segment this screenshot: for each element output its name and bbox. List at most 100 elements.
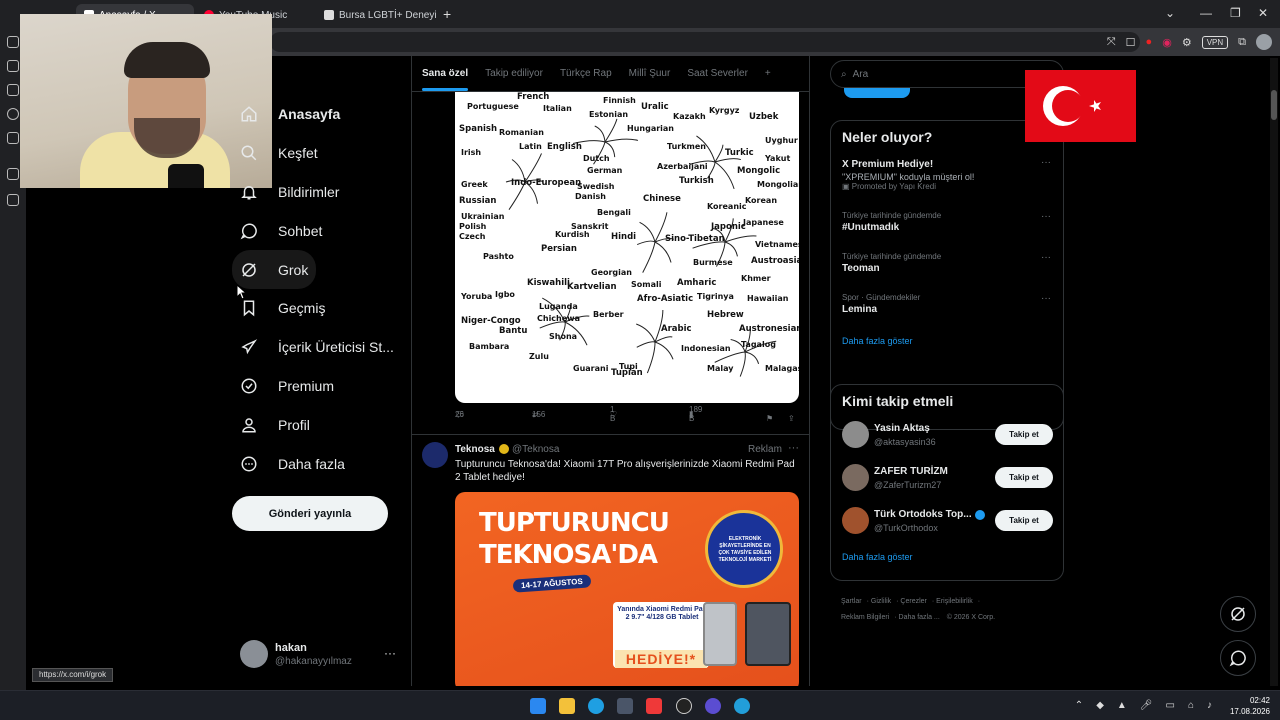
extension-red-icon[interactable]: ●	[1146, 36, 1153, 48]
more-icon[interactable]: ···	[1041, 211, 1051, 222]
translate-icon[interactable]: ⤧	[1107, 36, 1116, 49]
follow-button[interactable]: Takip et	[995, 424, 1053, 445]
new-tab-button[interactable]: +	[443, 6, 451, 22]
browser-tab-bursa[interactable]: Bursa LGBTİ+ Deneyimi Öz	[316, 4, 436, 26]
promo-image[interactable]: TUPTURUNCU TEKNOSA'DA 14-17 AĞUSTOS ELEK…	[455, 492, 799, 686]
more-icon[interactable]: ···	[788, 442, 799, 454]
tab-following[interactable]: Takip ediliyor	[485, 68, 543, 79]
language-label: Kiswahili	[527, 278, 570, 288]
nav-bookmarks[interactable]: Geçmiş	[232, 289, 402, 328]
language-tree-image[interactable]: French Portuguese Italian Spanish Romanian La…	[455, 92, 799, 403]
ublock-icon[interactable]: ◉	[1162, 36, 1172, 49]
account-switcher[interactable]: hakan @hakanayyılmaz ···	[240, 640, 400, 670]
add-panel-icon[interactable]	[7, 194, 19, 206]
nav-profile[interactable]: Profil	[232, 405, 402, 444]
share-icon[interactable]: ⇪	[788, 414, 795, 423]
messages-fab-button[interactable]	[1220, 640, 1256, 676]
page-scrollbar[interactable]	[1270, 58, 1278, 686]
browser-avatar[interactable]	[1256, 34, 1272, 50]
language-label: Indonesian	[681, 344, 731, 353]
panel-icon[interactable]	[7, 132, 19, 144]
nav-chat[interactable]: Sohbet	[232, 211, 402, 250]
extension-icon[interactable]: ⚙	[1182, 36, 1192, 49]
start-icon[interactable]	[530, 698, 546, 714]
url-field[interactable]	[270, 32, 1140, 52]
vivaldi-icon[interactable]	[646, 698, 662, 714]
footer-link[interactable]: Çerezler	[900, 598, 926, 605]
footer-link[interactable]: Erişilebilirlik	[936, 598, 973, 605]
notes-icon[interactable]	[7, 60, 19, 72]
trend-item[interactable]: X Premium Hediye! "XPREMIUM" koduyla müş…	[831, 153, 1063, 207]
follow-button[interactable]: Takip et	[995, 510, 1053, 531]
language-label: Finnish	[603, 96, 636, 105]
nav-more[interactable]: Daha fazla	[232, 444, 402, 483]
more-icon[interactable]: ···	[1041, 157, 1051, 168]
footer-link[interactable]: Şartlar	[841, 598, 862, 605]
nav-home[interactable]: Anasayfa	[232, 95, 402, 134]
close-window-icon[interactable]: ✕	[1258, 6, 1268, 20]
footer-link[interactable]: Daha fazla ...	[899, 614, 940, 621]
download-icon[interactable]	[7, 84, 19, 96]
tab-for-you[interactable]: Sana özel	[422, 68, 469, 91]
nav-premium[interactable]: Premium	[232, 367, 402, 406]
tab-turkce-rap[interactable]: Türkçe Rap	[560, 68, 612, 79]
maximize-icon[interactable]: ❐	[1230, 6, 1241, 20]
network-icon[interactable]: ⌂	[1188, 700, 1194, 711]
post-button[interactable]: Gönderi yayınla	[232, 496, 388, 531]
trend-item[interactable]: Türkiye tarihinde gündemde #Unutmadık ··…	[831, 207, 1063, 248]
nav-creator-studio[interactable]: İçerik Üreticisi St...	[232, 328, 402, 367]
bell-icon	[240, 183, 258, 201]
more-icon[interactable]: ···	[1041, 252, 1051, 263]
extensions-puzzle-icon[interactable]: ⧉	[1238, 36, 1246, 49]
nvidia-icon[interactable]: ▲	[1117, 700, 1127, 711]
language-label: Danish	[575, 192, 606, 201]
language-label: Mongolic	[737, 166, 781, 176]
sidebar-panel-icon[interactable]	[7, 36, 19, 48]
history-icon[interactable]	[7, 108, 19, 120]
trends-show-more-link[interactable]: Daha fazla göster	[831, 330, 1063, 358]
tab-list-icon[interactable]: ⌄	[1165, 6, 1175, 20]
app-icon[interactable]	[676, 698, 692, 714]
language-label: Yakut	[765, 154, 791, 163]
tab-saat-severler[interactable]: Saat Severler	[687, 68, 748, 79]
minimize-icon[interactable]: —	[1200, 6, 1212, 20]
author-handle[interactable]: @Teknosa	[512, 444, 559, 455]
tab-milli-suur[interactable]: Millî Şuur	[629, 68, 671, 79]
volume-icon[interactable]: ♪	[1207, 700, 1212, 711]
file-explorer-icon[interactable]	[559, 698, 575, 714]
bookmark-post-icon[interactable]: ⚑	[766, 414, 773, 423]
vpn-badge[interactable]: VPN	[1201, 35, 1229, 49]
more-icon[interactable]: ···	[384, 646, 396, 660]
follow-button[interactable]: Takip et	[995, 467, 1053, 488]
language-label: Tagalog	[741, 340, 776, 349]
edge-icon[interactable]	[588, 698, 604, 714]
footer-link[interactable]: Reklam Bilgileri	[841, 614, 889, 621]
telegram-icon[interactable]	[734, 698, 750, 714]
follow-show-more-link[interactable]: Daha fazla göster	[831, 546, 1063, 574]
avatar[interactable]	[422, 442, 448, 468]
author-name[interactable]: Teknosa	[455, 444, 495, 455]
ad-label: Reklam	[748, 444, 782, 455]
microphone-icon[interactable]: 🎤︎	[1140, 700, 1153, 711]
clock[interactable]: 02:42 17.08.2026	[1230, 695, 1270, 717]
grok-fab-button[interactable]	[1220, 596, 1256, 632]
trend-item[interactable]: Türkiye tarihinde gündemde Teoman ···	[831, 248, 1063, 289]
follow-suggestion[interactable]: Yasin Aktaş @aktasyasin36 Takip et	[831, 417, 1063, 460]
footer-link[interactable]: Gizlilik	[871, 598, 891, 605]
bookmark-star-icon[interactable]: ☐	[1126, 36, 1136, 49]
app-icon[interactable]	[705, 698, 721, 714]
follow-suggestion[interactable]: Türk Ortodoks Top... @TurkOrthodox Takip…	[831, 503, 1063, 546]
chevron-up-icon[interactable]: ⌃	[1075, 700, 1083, 711]
nav-notifications[interactable]: Bildirimler	[232, 173, 402, 212]
avatar	[842, 421, 869, 448]
x-panel-icon[interactable]	[7, 168, 19, 180]
tray-icon[interactable]: ◆	[1096, 700, 1104, 711]
store-icon[interactable]	[617, 698, 633, 714]
add-tab-button[interactable]: +	[765, 68, 771, 79]
more-icon[interactable]: ···	[1041, 293, 1051, 304]
premium-button[interactable]	[844, 88, 910, 98]
monitor-icon[interactable]: ▭	[1166, 700, 1175, 711]
nav-explore[interactable]: Keşfet	[232, 134, 402, 173]
trend-item[interactable]: Spor · Gündemdekiler Lemina ···	[831, 289, 1063, 330]
follow-suggestion[interactable]: ZAFER TURİZM @ZaferTurizm27 Takip et	[831, 460, 1063, 503]
